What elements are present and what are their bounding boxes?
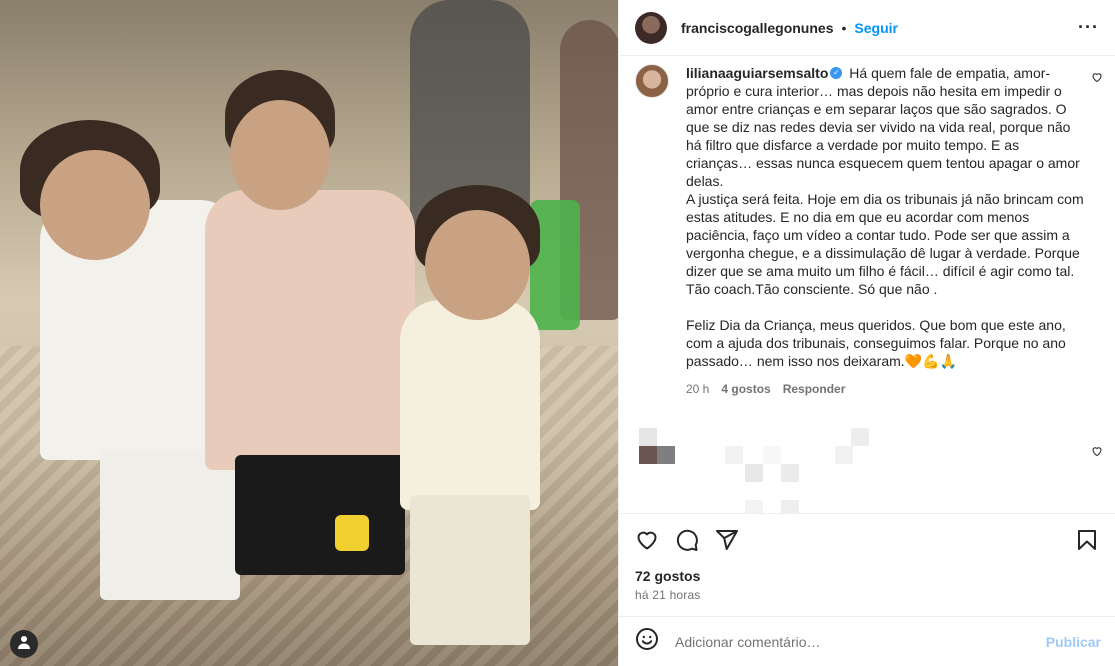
photo-pikachu xyxy=(335,515,369,551)
commenter-username[interactable]: lilianaaguiarsemsalto xyxy=(686,65,828,81)
comment-text-block: lilianaaguiarsemsalto ✓ Há quem fale de e… xyxy=(686,64,1086,370)
comment-like-heart-icon[interactable] xyxy=(1091,444,1103,462)
post-panel: franciscogallegonunes • Seguir ··· lilia… xyxy=(618,0,1115,666)
photo-shorts xyxy=(410,495,530,645)
bookmark-icon[interactable] xyxy=(1075,528,1099,552)
more-icon[interactable]: ··· xyxy=(1078,17,1099,38)
comment-meta: 20 h 4 gostos Responder xyxy=(686,380,1086,398)
reply-button[interactable]: Responder xyxy=(783,380,846,398)
comment-text: Há quem fale de empatia, amor-próprio e … xyxy=(686,65,1084,369)
comments-section[interactable]: lilianaaguiarsemsalto ✓ Há quem fale de e… xyxy=(619,56,1115,513)
photo-kid-middle xyxy=(205,190,415,470)
post-photo[interactable] xyxy=(0,0,618,666)
comment-likes[interactable]: 4 gostos xyxy=(721,380,770,398)
comment-like-heart-icon[interactable] xyxy=(1091,70,1103,88)
photo-face xyxy=(425,210,530,320)
separator-dot: • xyxy=(841,19,847,36)
comment-time[interactable]: 20 h xyxy=(686,380,709,398)
comment-item: lilianaaguiarsemsalto ✓ Há quem fale de e… xyxy=(619,56,1115,398)
photo-shorts xyxy=(100,450,240,600)
verified-badge-icon: ✓ xyxy=(830,67,843,80)
photo-face xyxy=(40,150,150,260)
commenter-avatar[interactable] xyxy=(635,64,669,98)
post-time[interactable]: há 21 horas xyxy=(619,584,1115,602)
author-username[interactable]: franciscogallegonunes xyxy=(681,20,833,36)
tagged-user-button[interactable] xyxy=(10,630,38,658)
share-icon[interactable] xyxy=(715,528,739,552)
comment-icon[interactable] xyxy=(675,528,699,552)
photo-face xyxy=(230,100,330,210)
publish-button[interactable]: Publicar xyxy=(1046,634,1101,650)
add-comment-bar: Adicionar comentário… Publicar xyxy=(619,616,1115,666)
photo-shorts-black xyxy=(235,455,405,575)
emoji-icon[interactable] xyxy=(635,627,659,656)
post-actions: 72 gostos há 21 horas xyxy=(619,513,1115,616)
user-icon xyxy=(16,634,32,655)
action-row xyxy=(619,514,1115,554)
author-avatar[interactable] xyxy=(635,11,667,44)
post-header: franciscogallegonunes • Seguir ··· xyxy=(619,0,1115,56)
follow-button[interactable]: Seguir xyxy=(854,20,898,36)
post-likes[interactable]: 72 gostos xyxy=(619,554,1115,584)
photo-kid-right xyxy=(400,300,540,510)
heart-icon[interactable] xyxy=(635,528,659,552)
comment-input[interactable]: Adicionar comentário… xyxy=(675,634,1046,650)
comment-body: lilianaaguiarsemsalto ✓ Há quem fale de e… xyxy=(686,64,1086,398)
blurred-comment xyxy=(635,428,1035,513)
